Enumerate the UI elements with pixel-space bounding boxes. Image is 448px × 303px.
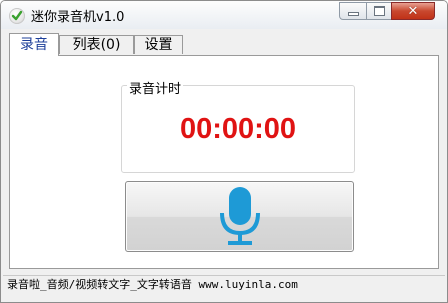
maximize-icon [373,6,385,16]
timer-display: 00:00:00 [179,113,297,145]
record-button[interactable] [125,181,354,252]
tab-record[interactable]: 录音 [9,33,59,56]
tab-list[interactable]: 列表(0) [59,35,134,54]
record-panel: 录音计时 00:00:00 [9,55,439,269]
tab-settings[interactable]: 设置 [134,35,183,54]
window-title: 迷你录音机v1.0 [31,10,125,25]
microphone-icon [220,187,260,245]
timer-label: 录音计时 [127,78,184,97]
maximize-button[interactable] [366,2,392,20]
minimize-button[interactable] [339,2,367,20]
minimize-icon [347,12,359,16]
close-button[interactable]: ✕ [391,2,435,20]
app-window: 迷你录音机v1.0 ✕ 录音 列表(0) 设置 录音计时 00:00:00 录音… [0,0,448,303]
close-icon: ✕ [407,3,419,19]
check-badge-icon [9,8,25,24]
title-bar[interactable]: 迷你录音机v1.0 ✕ [1,1,447,29]
status-bar: 录音啦_音频/视频转文字_文字转语音 www.luyinla.com [3,275,445,295]
